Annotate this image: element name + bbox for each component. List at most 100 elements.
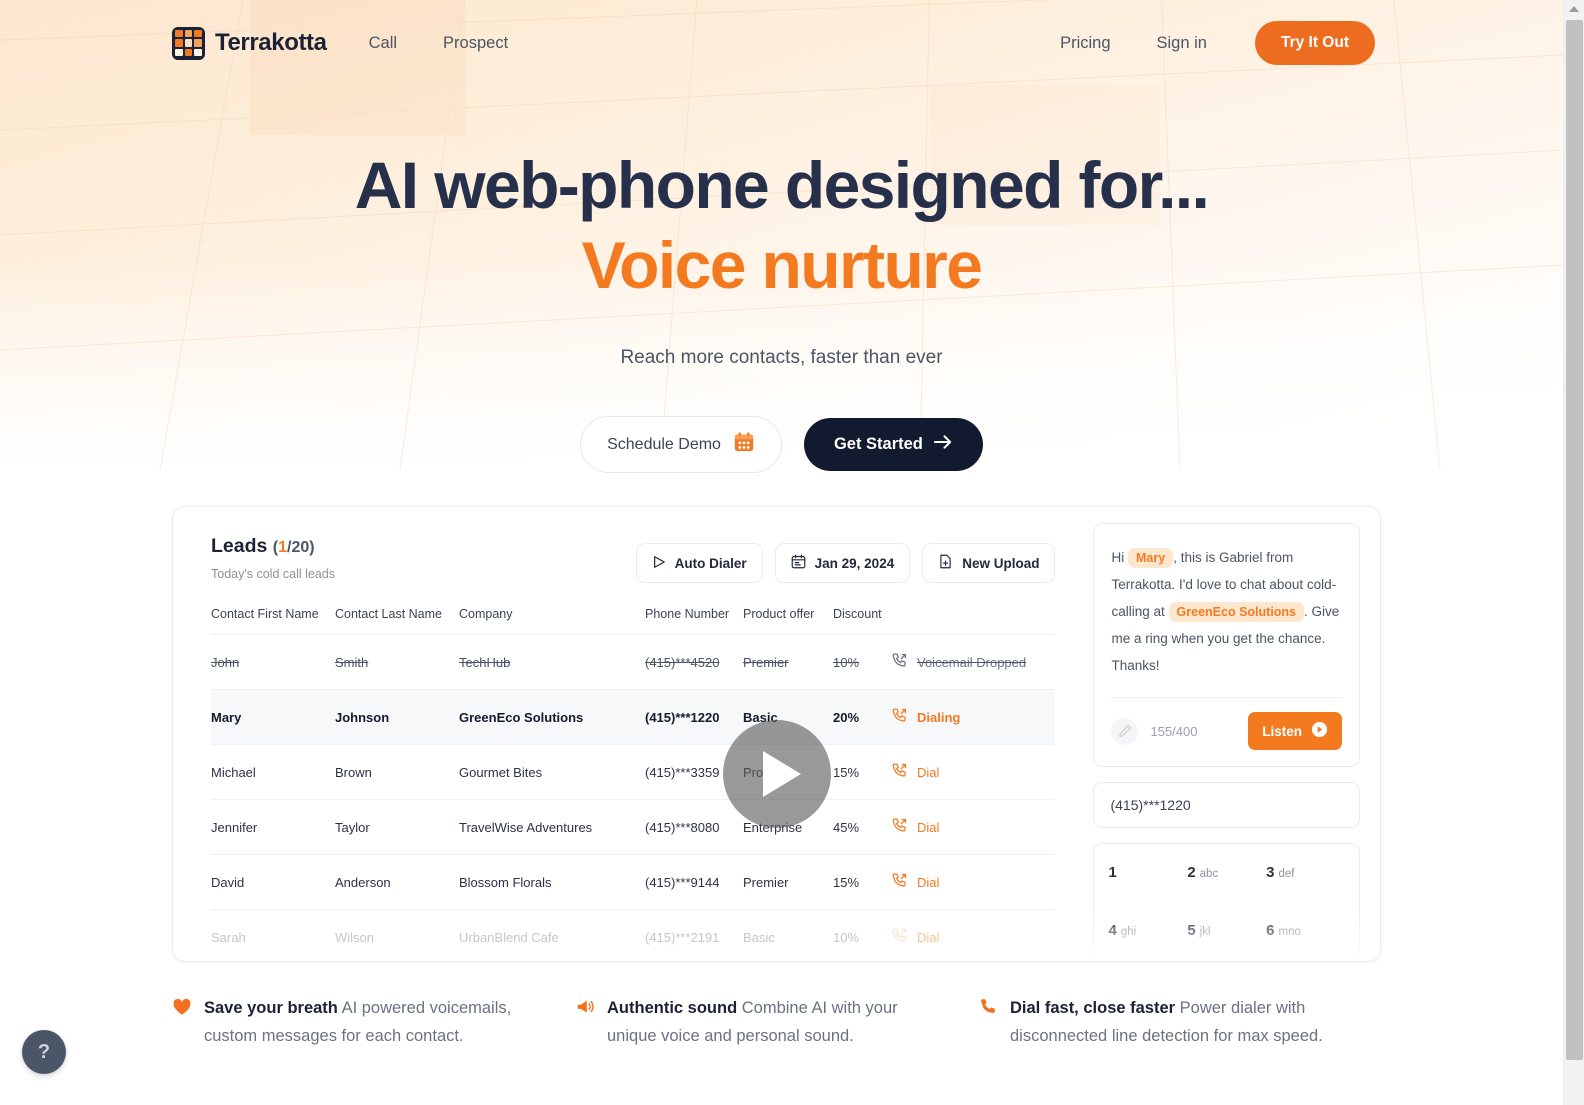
feature-item-2: Authentic sound Combine AI with your uni… xyxy=(575,995,978,1050)
phone-number-input[interactable]: (415)***1220 xyxy=(1093,782,1360,828)
page-scrollbar[interactable] xyxy=(1563,0,1584,1105)
cell-status[interactable]: Dialing xyxy=(891,689,1056,745)
cell-last-name: Smith xyxy=(335,634,459,690)
nav-link-sign-in[interactable]: Sign in xyxy=(1157,34,1207,53)
dialpad-key-number: 5 xyxy=(1187,922,1196,939)
play-button-overlay[interactable] xyxy=(723,720,831,828)
arrow-right-icon xyxy=(933,434,953,455)
hero-section: AI web-phone designed for... Voice nurtu… xyxy=(0,149,1563,474)
column-phone-number: Phone Number xyxy=(645,607,730,621)
script-footer: 155/400 Listen xyxy=(1111,697,1342,750)
landing-page: Terrakotta Call Prospect Pricing Sign in… xyxy=(0,0,1584,1105)
column-company: Company xyxy=(459,607,513,621)
leads-subtitle: Today's cold call leads xyxy=(211,567,335,581)
cell-last-name: Johnson xyxy=(335,689,459,745)
schedule-demo-label: Schedule Demo xyxy=(607,435,721,453)
nav-link-prospect[interactable]: Prospect xyxy=(443,34,508,53)
help-button[interactable]: ? xyxy=(22,1030,66,1074)
cell-phone: (415)***4520 xyxy=(645,634,743,690)
status-label: Dialing xyxy=(917,709,961,725)
feature-title: Authentic sound xyxy=(607,999,738,1017)
phone-outgoing-icon xyxy=(891,872,908,892)
dialpad-key-3[interactable]: 3 def xyxy=(1266,864,1345,882)
phone-outgoing-icon xyxy=(891,927,908,947)
dialpad-key-6[interactable]: 6 mno xyxy=(1266,922,1345,940)
schedule-demo-button[interactable]: Schedule Demo xyxy=(580,416,782,474)
scroll-up-arrow-icon[interactable] xyxy=(1569,6,1579,12)
script-text-1: Hi xyxy=(1111,550,1125,565)
call-panel: Hi Mary, this is Gabriel from Terrakotta… xyxy=(1077,507,1380,961)
table-row[interactable]: David Anderson Blossom Florals (415)***9144… xyxy=(211,854,1056,910)
get-started-button[interactable]: Get Started xyxy=(803,418,983,472)
feature-title: Save your breath xyxy=(204,999,338,1017)
dialpad-key-5[interactable]: 5 jkl xyxy=(1187,922,1266,940)
table-row[interactable]: MichaelBrownGourmet Bites(415)***3359Pro… xyxy=(211,744,1056,800)
table-row[interactable]: Mary Johnson GreenEco Solutions (415)***122… xyxy=(211,689,1056,745)
cell-first-name: David xyxy=(211,854,335,910)
nav-link-call[interactable]: Call xyxy=(369,34,397,53)
cell-last-name: Brown xyxy=(335,744,459,800)
feature-list: Save your breath AI powered voicemails, … xyxy=(172,995,1381,1050)
date-picker-button[interactable]: Jan 29, 2024 xyxy=(774,543,911,583)
cell-company: TechHub xyxy=(459,634,645,690)
phone-outgoing-icon xyxy=(891,707,908,727)
cell-status[interactable]: Dial xyxy=(891,744,1056,800)
feature-text: Authentic sound Combine AI with your uni… xyxy=(607,995,940,1050)
column-last-name: Contact Last Name xyxy=(335,607,442,621)
dialpad-key-4[interactable]: 4 ghi xyxy=(1108,922,1187,940)
hero-headline-accent: Voice nurture xyxy=(581,228,983,303)
phone-outgoing-icon xyxy=(891,652,908,672)
scrollbar-thumb[interactable] xyxy=(1566,20,1583,1060)
cell-offer: Premier xyxy=(743,634,833,690)
auto-dialer-button[interactable]: Auto Dialer xyxy=(635,543,763,583)
table-header-row: Contact First Name Contact Last Name Com… xyxy=(211,607,1055,635)
hero-subheadline: Reach more contacts, faster than ever xyxy=(620,347,943,369)
dialpad-key-letters: def xyxy=(1278,868,1295,880)
status-label: Dial xyxy=(917,764,940,780)
brand-logo[interactable]: Terrakotta xyxy=(172,26,327,60)
megaphone-icon xyxy=(575,995,595,1050)
table-row[interactable]: Jennifer Taylor TravelWise Adventures (415)… xyxy=(211,799,1056,855)
script-text: Hi Mary, this is Gabriel from Terrakotta… xyxy=(1111,544,1342,679)
cell-discount: 15% xyxy=(833,744,891,800)
new-upload-button[interactable]: New Upload xyxy=(922,543,1056,583)
cell-status[interactable]: Voicemail Dropped xyxy=(891,634,1056,690)
try-it-out-button[interactable]: Try It Out xyxy=(1254,21,1375,65)
cell-first-name: Michael xyxy=(211,744,335,800)
cell-status[interactable]: Dial xyxy=(891,799,1056,855)
hero-cta-row: Schedule Demo Get Started xyxy=(0,416,1563,474)
table-row[interactable]: Sarah Wilson UrbanBlend Cafe (415)***2191 Ba… xyxy=(211,909,1056,961)
terrakotta-grid-logo-icon xyxy=(172,26,205,60)
listen-button[interactable]: Listen xyxy=(1248,712,1342,750)
pencil-icon[interactable] xyxy=(1111,717,1139,745)
primary-nav-links: Call Prospect xyxy=(369,34,509,53)
dialpad-key-number: 1 xyxy=(1108,864,1117,881)
leads-title: Leads (1/20) xyxy=(211,535,335,558)
dialpad-key-letters: mno xyxy=(1278,926,1301,938)
cell-status[interactable]: Dial xyxy=(891,854,1056,910)
heart-icon xyxy=(172,995,192,1050)
status-label: Voicemail Dropped xyxy=(917,654,1027,670)
dialpad-key-number: 6 xyxy=(1266,922,1275,939)
dialpad-key-number: 4 xyxy=(1108,922,1117,939)
get-started-label: Get Started xyxy=(833,435,923,454)
cell-first-name: Jennifer xyxy=(211,799,335,855)
dialpad-key-2[interactable]: 2 abc xyxy=(1187,864,1266,882)
auto-dialer-label: Auto Dialer xyxy=(674,555,747,571)
leads-table: Contact First Name Contact Last Name Com… xyxy=(211,607,1056,961)
contact-name-chip[interactable]: Mary xyxy=(1128,548,1174,568)
dialpad-key-1[interactable]: 1 xyxy=(1108,864,1187,882)
feature-text: Save your breath AI powered voicemails, … xyxy=(204,995,537,1050)
leads-title-text: Leads xyxy=(211,535,268,557)
secondary-nav-links: Pricing Sign in Try It Out xyxy=(1060,21,1375,65)
cell-phone: (415)***2191 xyxy=(645,909,743,961)
cell-discount: 45% xyxy=(833,799,891,855)
table-row[interactable]: John Smith TechHub (415)***4520 Premier 10% V… xyxy=(211,634,1056,690)
leads-header: Leads (1/20) Today's cold call leads Aut… xyxy=(211,535,1056,583)
cell-status[interactable]: Dial xyxy=(891,909,1056,961)
character-count: 155/400 xyxy=(1150,723,1198,739)
nav-link-pricing[interactable]: Pricing xyxy=(1060,34,1110,53)
company-name-chip[interactable]: GreenEco Solutions xyxy=(1168,602,1305,622)
top-navigation: Terrakotta Call Prospect Pricing Sign in… xyxy=(0,0,1563,86)
leads-pane: Leads (1/20) Today's cold call leads Aut… xyxy=(173,507,1077,961)
